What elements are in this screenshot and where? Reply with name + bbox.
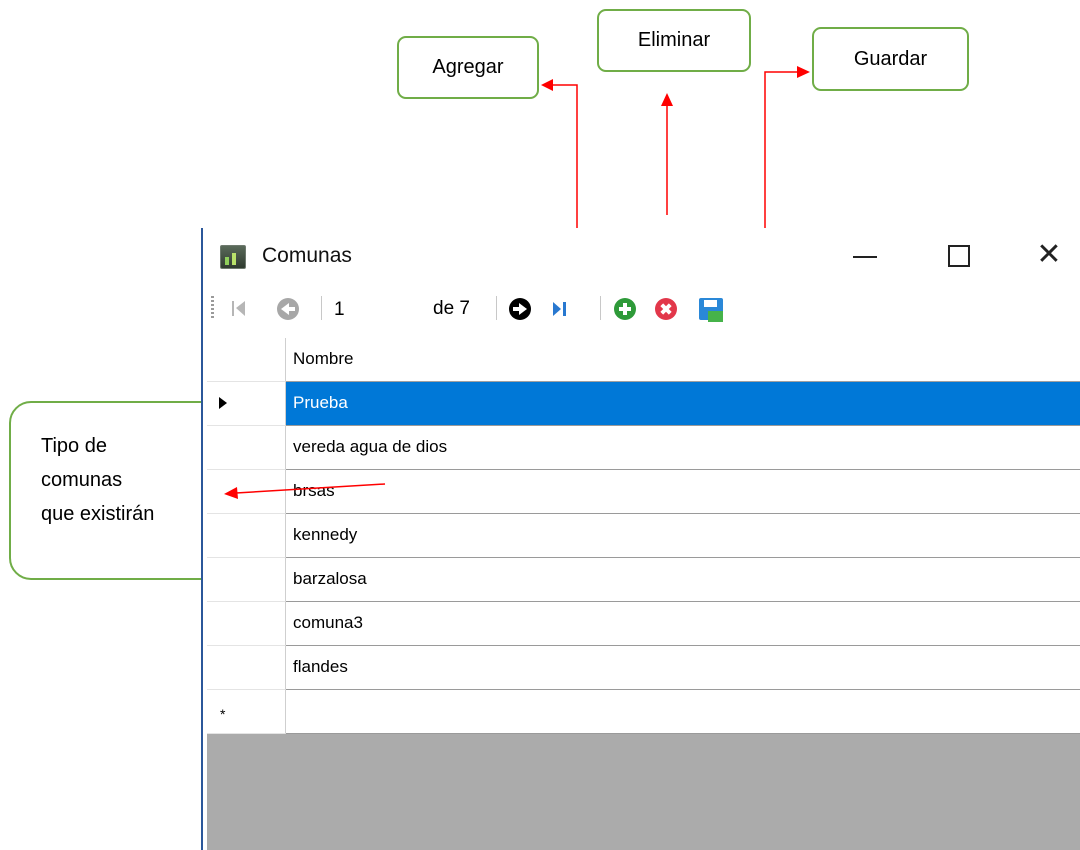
row-header[interactable] [207,558,286,602]
row-header[interactable] [207,426,286,470]
binding-navigator-toolbar: de 7 [203,286,1080,330]
move-first-icon[interactable] [231,298,247,320]
nombre-cell[interactable]: Prueba [286,382,1080,426]
delete-icon[interactable] [655,298,677,320]
title-bar: Comunas ✕ [203,228,1080,286]
move-previous-icon[interactable] [277,298,299,320]
table-row[interactable]: vereda agua de dios [207,426,1080,470]
move-next-icon[interactable] [509,298,531,320]
row-header[interactable] [207,646,286,690]
new-row[interactable]: * [207,690,1080,734]
add-new-icon[interactable] [614,298,636,320]
new-row-icon: * [220,706,226,722]
save-icon[interactable] [699,298,723,322]
agregar-arrow [553,84,613,243]
table-row[interactable]: Prueba [207,382,1080,426]
nombre-cell[interactable]: barzalosa [286,558,1080,602]
window-title: Comunas [262,244,352,267]
row-header[interactable] [207,514,286,558]
guardar-arrowhead [797,66,810,78]
toolbar-separator [496,296,497,320]
table-row[interactable]: kennedy [207,514,1080,558]
maximize-icon[interactable] [945,242,973,270]
data-grid[interactable]: Nombre Prueba vereda agua de dios brsas … [207,338,1080,850]
nombre-cell[interactable]: comuna3 [286,602,1080,646]
record-count-label: de 7 [433,298,470,319]
position-input[interactable] [330,294,432,326]
corner-header[interactable] [207,338,286,382]
toolbar-grip[interactable] [211,296,214,318]
table-row[interactable]: brsas [207,470,1080,514]
new-row-cell[interactable] [286,690,1080,734]
nombre-cell[interactable]: kennedy [286,514,1080,558]
close-icon[interactable]: ✕ [1035,240,1063,270]
row-header[interactable] [207,602,286,646]
table-row[interactable]: barzalosa [207,558,1080,602]
current-row-icon [219,397,227,409]
move-last-icon[interactable] [552,298,566,320]
app-icon [220,245,246,269]
nombre-cell[interactable]: brsas [286,470,1080,514]
agregar-arrowhead [541,79,553,91]
column-header-nombre[interactable]: Nombre [286,338,1080,382]
table-row[interactable]: flandes [207,646,1080,690]
toolbar-separator [600,296,601,320]
table-row[interactable]: comuna3 [207,602,1080,646]
column-header-row: Nombre [207,338,1080,382]
nombre-cell[interactable]: flandes [286,646,1080,690]
row-header[interactable] [207,470,286,514]
comunas-window: Comunas ✕ de 7 Nombre Prueba vereda agua… [201,228,1080,850]
eliminar-arrowhead [661,93,673,106]
nombre-cell[interactable]: vereda agua de dios [286,426,1080,470]
minimize-icon[interactable] [851,242,879,270]
row-header[interactable]: * [207,690,286,734]
guardar-arrow [722,71,797,243]
row-header[interactable] [207,382,286,426]
toolbar-separator [321,296,322,320]
